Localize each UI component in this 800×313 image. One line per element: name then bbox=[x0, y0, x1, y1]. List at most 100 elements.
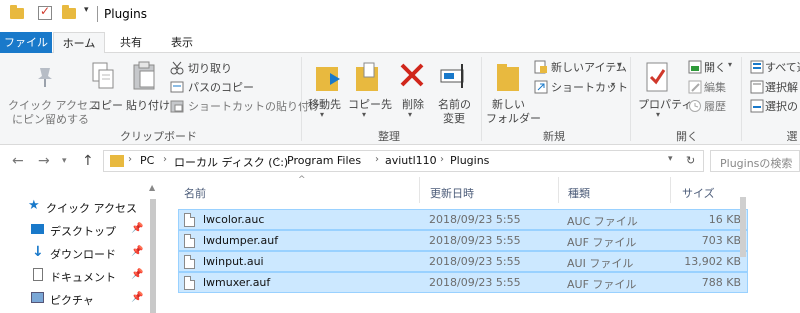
table-row[interactable]: lwinput.aui 2018/09/23 5:55 AUI ファイル 13,… bbox=[178, 251, 748, 272]
select-none-icon bbox=[750, 80, 764, 94]
breadcrumb-separator-icon[interactable]: › bbox=[276, 154, 280, 165]
column-header-name[interactable]: 名前 bbox=[184, 185, 206, 201]
invert-selection-button[interactable]: 選択の bbox=[765, 98, 798, 114]
new-item-button[interactable]: 新しいアイテム bbox=[551, 59, 627, 75]
column-header-date[interactable]: 更新日時 bbox=[430, 185, 474, 201]
invert-selection-icon bbox=[750, 99, 764, 113]
table-row[interactable]: lwmuxer.auf 2018/09/23 5:55 AUF ファイル 788… bbox=[178, 272, 748, 293]
divider[interactable] bbox=[558, 177, 559, 203]
tab-view[interactable]: 表示 bbox=[158, 32, 206, 53]
breadcrumb-plugins[interactable]: Plugins bbox=[450, 154, 489, 167]
nav-item-label: ダウンロード bbox=[50, 248, 116, 261]
pin-icon[interactable]: 📌 bbox=[131, 269, 143, 280]
copy-to-dropdown-icon[interactable]: ▾ bbox=[362, 110, 366, 119]
ribbon-tabs: ファイル ホーム 共有 表示 bbox=[0, 32, 800, 54]
divider bbox=[97, 6, 98, 22]
paste-shortcut-icon bbox=[170, 100, 184, 113]
file-name: lwdumper.auf bbox=[203, 234, 279, 247]
new-item-dropdown-icon[interactable]: ▾ bbox=[617, 60, 621, 69]
breadcrumb-program-files[interactable]: Program Files bbox=[287, 154, 361, 167]
tab-share[interactable]: 共有 bbox=[110, 32, 152, 53]
pin-icon[interactable]: 📌 bbox=[131, 223, 143, 234]
file-list: ^ 名前 更新日時 種類 サイズ lwcolor.auc 2018/09/23 … bbox=[160, 175, 800, 313]
copy-to-button[interactable]: コピー先 bbox=[348, 96, 392, 112]
breadcrumb-separator-icon[interactable]: › bbox=[128, 154, 132, 165]
breadcrumb-local-disk[interactable]: ローカル ディスク (C:) bbox=[174, 154, 288, 170]
scroll-up-icon[interactable]: ▲ bbox=[149, 183, 155, 192]
nav-pane-scrollbar[interactable]: ▲ bbox=[147, 177, 159, 313]
folder-icon[interactable] bbox=[10, 5, 24, 19]
back-arrow-icon[interactable]: ← bbox=[12, 153, 24, 169]
navigation-pane: ★ クイック アクセス デスクトップ 📌 ↓ ダウンロード 📌 ドキュメント 📌… bbox=[0, 177, 160, 313]
divider bbox=[630, 57, 631, 141]
sort-ascending-icon: ^ bbox=[298, 175, 306, 185]
open-dropdown-icon[interactable]: ▾ bbox=[728, 60, 732, 69]
nav-item-label: デスクトップ bbox=[50, 225, 116, 238]
copy-button[interactable]: コピー bbox=[90, 97, 123, 113]
breadcrumb-aviutl110[interactable]: aviutl110 bbox=[385, 154, 437, 167]
table-row[interactable]: lwcolor.auc 2018/09/23 5:55 AUC ファイル 16 … bbox=[178, 209, 748, 230]
properties-dropdown-icon[interactable]: ▾ bbox=[656, 110, 660, 119]
file-date: 2018/09/23 5:55 bbox=[429, 276, 521, 289]
shortcut-dropdown-icon[interactable]: ▾ bbox=[611, 80, 615, 89]
divider[interactable] bbox=[670, 177, 671, 203]
forward-arrow-icon[interactable]: → bbox=[38, 153, 50, 169]
cut-button[interactable]: 切り取り bbox=[188, 60, 232, 76]
copy-path-button[interactable]: パスのコピー bbox=[188, 79, 254, 95]
refresh-icon[interactable]: ↻ bbox=[686, 154, 695, 167]
divider bbox=[741, 57, 742, 141]
tab-file[interactable]: ファイル bbox=[0, 32, 52, 53]
address-dropdown-icon[interactable]: ▾ bbox=[668, 154, 673, 164]
move-to-button[interactable]: 移動先 bbox=[308, 96, 341, 112]
nav-item-label: クイック アクセス bbox=[46, 202, 137, 215]
file-size: 703 KB bbox=[701, 234, 741, 247]
new-item-icon bbox=[534, 60, 547, 74]
breadcrumb-separator-icon[interactable]: › bbox=[375, 154, 379, 165]
properties-button[interactable]: プロパティ bbox=[638, 96, 692, 112]
paste-button[interactable]: 貼り付け bbox=[126, 97, 170, 113]
file-icon bbox=[184, 276, 195, 290]
window-title: Plugins bbox=[104, 7, 147, 21]
table-row[interactable]: lwdumper.auf 2018/09/23 5:55 AUF ファイル 70… bbox=[178, 230, 748, 251]
document-icon bbox=[33, 268, 43, 281]
breadcrumb-separator-icon[interactable]: › bbox=[163, 154, 167, 165]
delete-dropdown-icon[interactable]: ▾ bbox=[408, 110, 412, 119]
select-all-button[interactable]: すべて選 bbox=[765, 59, 800, 75]
file-date: 2018/09/23 5:55 bbox=[429, 255, 521, 268]
pin-icon bbox=[38, 68, 52, 87]
select-all-icon bbox=[750, 60, 764, 74]
select-none-button[interactable]: 選択解 bbox=[765, 79, 798, 95]
edit-button[interactable]: 編集 bbox=[704, 79, 726, 95]
recent-dropdown-icon[interactable]: ▾ bbox=[62, 156, 67, 166]
file-name: lwmuxer.auf bbox=[203, 276, 271, 289]
pin-icon[interactable]: 📌 bbox=[131, 246, 143, 257]
pin-icon[interactable]: 📌 bbox=[131, 292, 143, 303]
file-type: AUC ファイル bbox=[567, 215, 638, 228]
breadcrumb-separator-icon[interactable]: › bbox=[440, 154, 444, 165]
copy-to-icon bbox=[356, 62, 378, 91]
customize-qat-icon[interactable]: ▾ bbox=[84, 5, 89, 15]
file-type: AUI ファイル bbox=[567, 257, 634, 270]
search-input[interactable]: Pluginsの検索 bbox=[710, 150, 800, 172]
file-list-scrollbar[interactable] bbox=[737, 177, 749, 313]
new-folder-icon[interactable] bbox=[62, 5, 76, 19]
history-button[interactable]: 履歴 bbox=[704, 98, 726, 114]
up-arrow-icon[interactable]: ↑ bbox=[82, 153, 94, 169]
column-header-size[interactable]: サイズ bbox=[682, 185, 715, 201]
breadcrumb-pc[interactable]: PC bbox=[140, 154, 154, 167]
shortcut-button[interactable]: ショートカット bbox=[551, 79, 628, 95]
scrollbar-thumb[interactable] bbox=[150, 199, 156, 313]
scissors-icon bbox=[170, 61, 184, 75]
delete-button[interactable]: 削除 bbox=[402, 96, 424, 112]
paste-icon bbox=[133, 61, 155, 90]
copy-icon bbox=[92, 62, 114, 89]
tab-home[interactable]: ホーム bbox=[53, 32, 105, 54]
divider[interactable] bbox=[419, 177, 420, 203]
column-header-type[interactable]: 種類 bbox=[568, 185, 590, 201]
move-to-dropdown-icon[interactable]: ▾ bbox=[320, 110, 324, 119]
properties-check-icon[interactable] bbox=[38, 4, 52, 20]
address-bar[interactable]: › PC › ローカル ディスク (C:) › Program Files › … bbox=[103, 150, 704, 172]
delete-icon bbox=[400, 63, 424, 87]
scrollbar-thumb[interactable] bbox=[740, 197, 746, 257]
open-button[interactable]: 開く bbox=[704, 59, 726, 75]
